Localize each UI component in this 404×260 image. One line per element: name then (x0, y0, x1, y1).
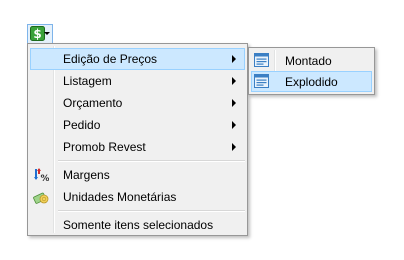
submenu-item-montado[interactable]: Montado (251, 50, 372, 71)
menu-item-promob-revest[interactable]: Promob Revest (30, 136, 245, 158)
menu-item-label: Edição de Preços (63, 52, 158, 66)
money-icon: $ (30, 26, 45, 41)
submenu-arrow-icon (232, 77, 236, 85)
menu-item-margens[interactable]: % Margens (30, 164, 245, 186)
menu-item-orcamento[interactable]: Orçamento (30, 92, 245, 114)
menu-separator (58, 210, 245, 212)
menu-item-label: Promob Revest (63, 140, 146, 154)
edicao-de-precos-submenu: Montado Explodido (248, 47, 375, 95)
price-list-icon (254, 74, 269, 88)
menu-item-label: Unidades Monetárias (63, 190, 177, 204)
menu-item-label: Orçamento (63, 96, 123, 110)
menu-item-label: Listagem (63, 74, 112, 88)
percent-margin-icon: % (34, 168, 49, 183)
menu-item-label: Margens (63, 168, 110, 182)
price-tools-dropdown-button[interactable]: $ (27, 24, 53, 44)
menu-item-label: Somente itens selecionados (63, 218, 214, 232)
chevron-down-icon (44, 32, 50, 35)
screen: $ Edição de Preços Listagem Orçamento Pe… (0, 0, 404, 260)
menu-item-pedido[interactable]: Pedido (30, 114, 245, 136)
menu-separator (58, 160, 245, 162)
submenu-arrow-icon (232, 121, 236, 129)
menu-item-somente-itens-selecionados[interactable]: Somente itens selecionados (30, 214, 245, 236)
menu-item-edicao-de-precos[interactable]: Edição de Preços (30, 48, 245, 70)
submenu-item-label: Montado (285, 54, 332, 68)
svg-text:$: $ (33, 27, 41, 41)
price-list-icon (254, 53, 269, 67)
currency-icon (33, 192, 49, 204)
menu-item-listagem[interactable]: Listagem (30, 70, 245, 92)
svg-text:%: % (40, 174, 49, 183)
submenu-arrow-icon (232, 99, 236, 107)
submenu-item-explodido[interactable]: Explodido (251, 71, 372, 92)
price-tools-menu: Edição de Preços Listagem Orçamento Pedi… (27, 43, 248, 236)
submenu-arrow-icon (232, 55, 236, 63)
menu-item-label: Pedido (63, 118, 101, 132)
menu-item-unidades-monetarias[interactable]: Unidades Monetárias (30, 186, 245, 208)
submenu-arrow-icon (232, 143, 236, 151)
submenu-item-label: Explodido (285, 75, 338, 89)
